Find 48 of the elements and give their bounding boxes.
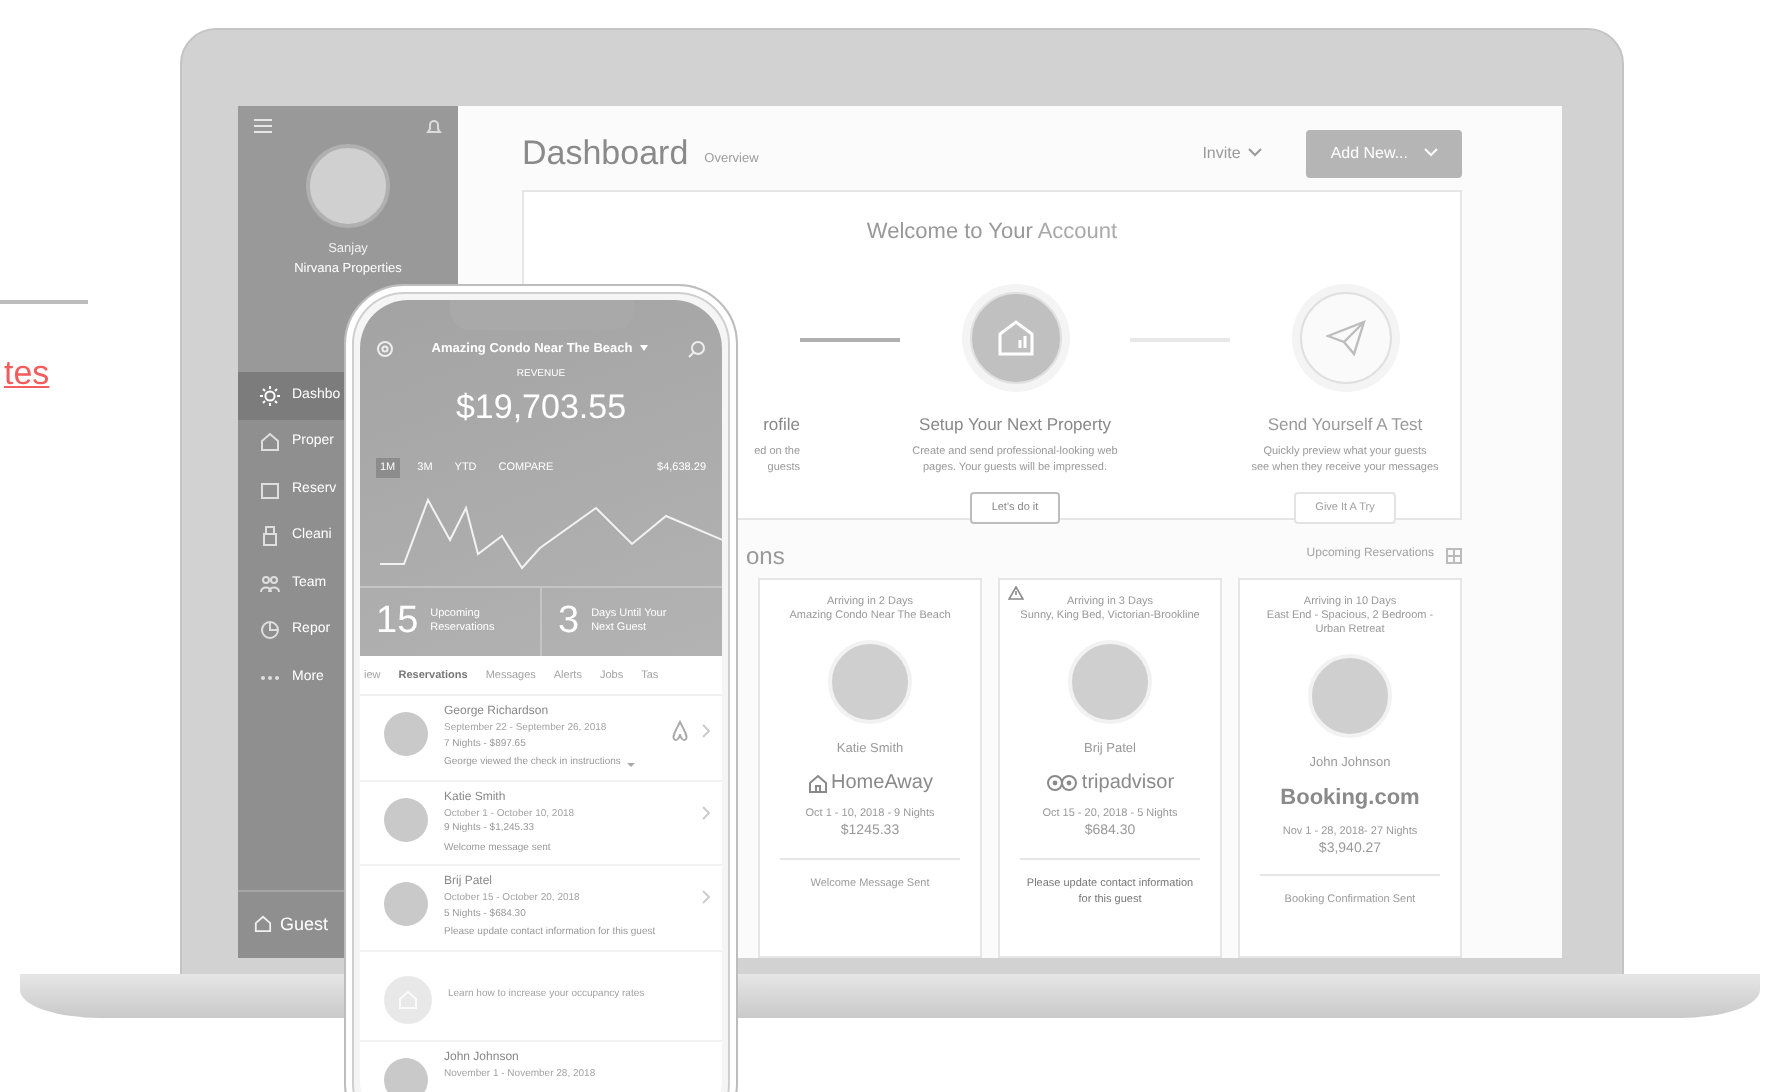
guest-avatar [828,640,912,725]
source-logo-text: tripadvisor [1081,770,1175,799]
source-logo-text: Booking.com [1280,784,1420,815]
pie-chart-icon [260,620,280,641]
caret-icon [626,761,637,767]
grid-icon[interactable] [1446,547,1462,564]
guest-avatar [1068,640,1152,725]
revenue-amount: $19,703.55 [453,386,629,431]
calendar-icon [260,479,280,500]
guest-avatar [384,882,428,927]
chevron-icon [1424,148,1438,159]
search-icon[interactable] [688,340,706,359]
owl-eyes-icon [1045,774,1078,793]
guest-link[interactable]: Guest [238,891,344,958]
people-icon [260,573,280,594]
step-title: rofile [763,412,800,439]
house-icon [260,432,280,453]
guest-avatar [384,1057,428,1092]
bucket-icon [260,526,280,547]
house-icon [995,318,1035,359]
source-logo-text: HomeAway [831,770,933,799]
stat-value: 3 [558,597,580,645]
paper-plane-icon [1325,320,1365,357]
link[interactable]: tes [4,354,50,392]
bell-icon[interactable] [426,118,442,136]
airbnb-icon [670,720,690,743]
settings-icon[interactable] [376,340,394,359]
chevron-icon [1248,148,1263,159]
guest-avatar [384,797,428,842]
invite-dropdown[interactable]: Invite [1202,141,1263,166]
step-title: Send Yourself A Test [1267,412,1423,439]
add-new-button[interactable]: Add New... [1306,129,1462,178]
chevron-right-icon[interactable] [702,805,710,820]
step-title: Setup Your Next Property [919,412,1111,439]
section-title: ons [746,539,785,574]
page-title: Dashboard [522,132,689,177]
stat-value: 15 [376,597,419,645]
house-icon [254,914,272,935]
avatar [306,144,390,228]
caret-icon [638,344,651,353]
guest-avatar [1308,654,1392,739]
chevron-right-icon[interactable] [702,724,710,739]
house-icon [807,773,828,794]
welcome-title: Welcome to Your Account [866,217,1118,248]
chevron-right-icon[interactable] [702,890,710,905]
sun-icon [260,385,280,406]
guest-avatar [384,712,428,757]
menu-icon[interactable] [254,118,272,134]
